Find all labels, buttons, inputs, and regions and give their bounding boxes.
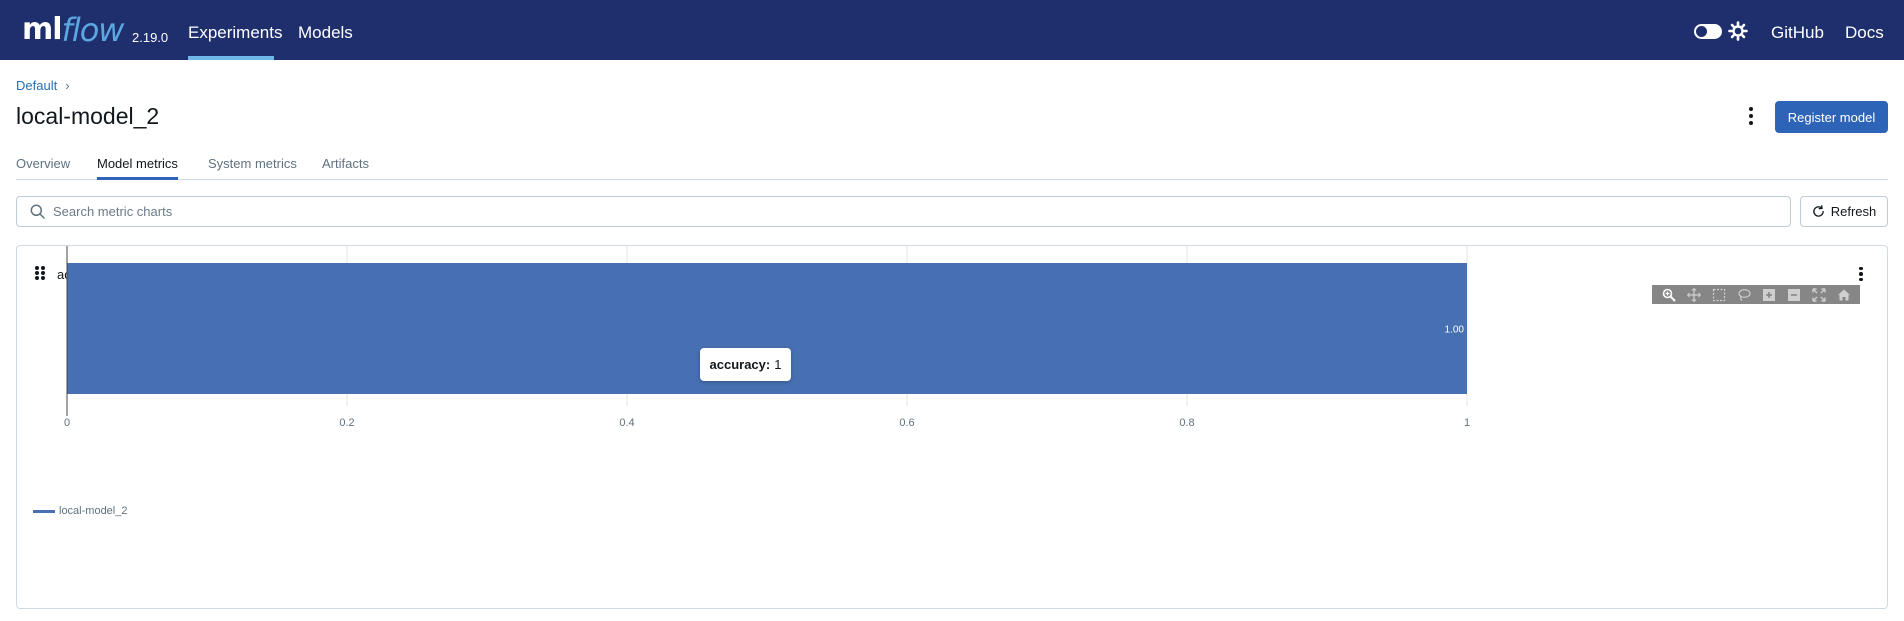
breadcrumb: Default ›	[16, 78, 70, 93]
bar-chart: 0 0.2 0.4 0.6 0.8 1 1.00	[64, 246, 1470, 429]
nav-models[interactable]: Models	[298, 0, 353, 60]
box-select-icon[interactable]	[1711, 287, 1727, 303]
search-input[interactable]	[53, 204, 1753, 219]
tab-system-metrics[interactable]: System metrics	[208, 156, 297, 180]
chart-legend[interactable]: local-model_2	[33, 505, 127, 517]
more-options-icon[interactable]	[1742, 104, 1760, 128]
legend-swatch	[33, 509, 55, 513]
logo-ml-text: ml	[22, 12, 63, 47]
hover-tooltip: accuracy: 1	[700, 348, 791, 381]
refresh-icon	[1812, 205, 1824, 217]
refresh-label: Refresh	[1830, 204, 1877, 219]
refresh-button[interactable]: Refresh	[1800, 196, 1888, 227]
tab-bar: Overview Model metrics System metrics Ar…	[16, 150, 1888, 180]
register-model-button[interactable]: Register model	[1775, 101, 1888, 133]
pan-icon[interactable]	[1686, 287, 1702, 303]
x-tick-label: 0	[64, 417, 70, 429]
breadcrumb-default[interactable]: Default	[16, 78, 57, 93]
theme-toggle[interactable]	[1694, 24, 1722, 39]
zoom-icon[interactable]	[1661, 287, 1677, 303]
x-tick-label: 0.4	[619, 417, 634, 429]
tab-overview[interactable]: Overview	[16, 156, 70, 180]
top-navigation-bar: ml flow 2.19.0 Experiments Models GitHub …	[0, 0, 1904, 60]
zoom-out-icon[interactable]	[1786, 287, 1802, 303]
chart-card: accuracy 00.20.40.60.811.00 accuracy: 1	[16, 245, 1888, 609]
mlflow-logo[interactable]: ml flow	[22, 6, 125, 50]
search-icon	[30, 204, 45, 219]
nav-docs[interactable]: Docs	[1845, 0, 1884, 60]
x-tick-label: 0.2	[339, 417, 354, 429]
tooltip-metric: accuracy:	[709, 357, 771, 372]
page-title: local-model_2	[16, 103, 160, 129]
reset-axes-icon[interactable]	[1836, 287, 1852, 303]
x-tick-label: 0.6	[899, 417, 914, 429]
tooltip-value: 1	[774, 357, 782, 372]
nav-github[interactable]: GitHub	[1771, 0, 1824, 60]
x-tick-label: 0.8	[1179, 417, 1194, 429]
legend-label: local-model_2	[59, 505, 128, 517]
logo-flow-text: flow	[61, 11, 125, 49]
x-tick-label: 1	[1464, 417, 1470, 429]
bar-data-label: 1.00	[1445, 325, 1465, 336]
lasso-select-icon[interactable]	[1736, 287, 1752, 303]
search-box	[16, 196, 1791, 227]
version-label: 2.19.0	[132, 30, 169, 45]
chevron-right-icon: ›	[65, 78, 70, 93]
tab-model-metrics[interactable]: Model metrics	[97, 156, 178, 180]
nav-experiments[interactable]: Experiments	[188, 0, 282, 60]
tab-artifacts[interactable]: Artifacts	[322, 156, 369, 180]
autoscale-icon[interactable]	[1811, 287, 1827, 303]
gear-icon[interactable]	[1728, 21, 1748, 41]
zoom-in-icon[interactable]	[1761, 287, 1777, 303]
plot-modebar	[1652, 285, 1860, 304]
